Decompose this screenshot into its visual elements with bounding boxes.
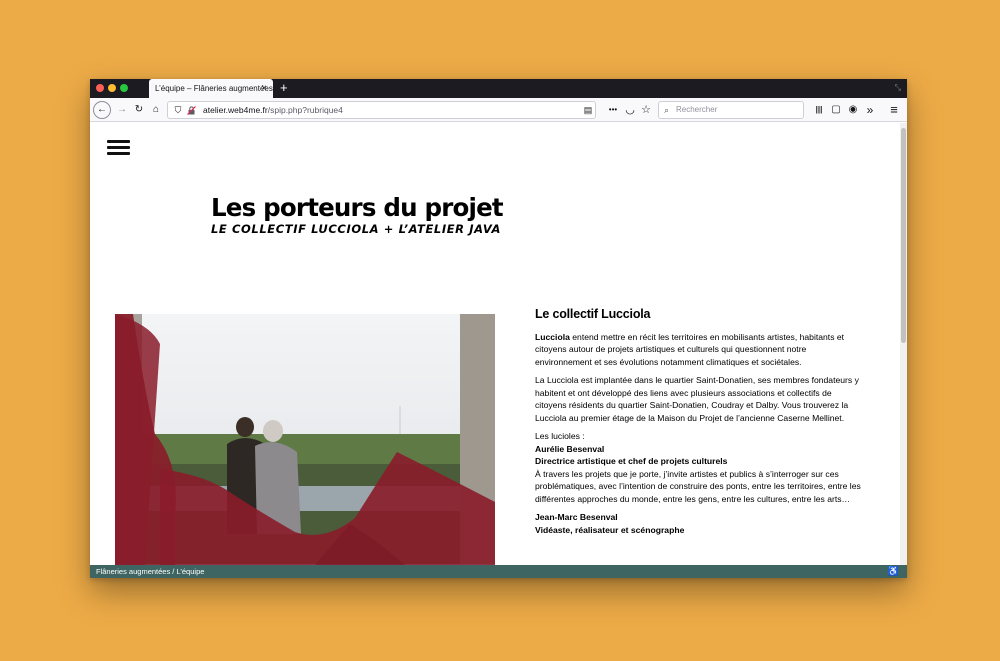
shield-icon[interactable]: ⛉	[173, 102, 183, 118]
team-photo	[115, 314, 495, 565]
insecure-lock-icon[interactable]	[187, 106, 196, 115]
article: Le collectif Lucciola Lucciola entend me…	[535, 308, 861, 536]
url-path: /spip.php?rubrique4	[267, 105, 343, 115]
tab-title: L’équipe – Flâneries augmentées	[155, 84, 273, 93]
url-bar[interactable]: ⛉ atelier.web4me.fr/spip.php?rubrique4 ▤	[167, 101, 596, 119]
status-bar: Flâneries augmentées / L’équipe ♿	[90, 565, 907, 578]
library-icon[interactable]: |||	[812, 98, 826, 122]
navigation-toolbar: ← → ↻ ⌂ ⛉ atelier.web4me.fr/spip.php?rub…	[90, 98, 907, 122]
home-button[interactable]: ⌂	[149, 98, 163, 122]
breadcrumb[interactable]: Flâneries augmentées / L’équipe	[96, 567, 204, 576]
back-button[interactable]: ←	[93, 101, 111, 119]
article-intro: Lucciola entend mettre en récit les terr…	[535, 331, 861, 369]
article-location: La Lucciola est implantée dans le quarti…	[535, 375, 859, 423]
app-menu-icon[interactable]: ≡	[887, 98, 901, 122]
lucciola-bold: Lucciola	[535, 331, 570, 342]
scrollbar[interactable]	[900, 123, 907, 565]
page-title: Les porteurs du projet	[211, 193, 504, 222]
url-host: atelier.web4me.fr	[203, 105, 268, 115]
member1-role: Directrice artistique et chef de projets…	[535, 456, 728, 466]
close-window-dot[interactable]	[96, 84, 104, 92]
account-icon[interactable]: ◉	[846, 98, 860, 122]
tab-close-icon[interactable]: ×	[261, 79, 267, 98]
photo-illustration	[115, 314, 495, 565]
accessibility-icon[interactable]: ♿	[888, 565, 899, 578]
search-placeholder: Rechercher	[676, 105, 718, 114]
member1-name: Aurélie Besenval	[535, 443, 605, 454]
minimize-window-dot[interactable]	[108, 84, 116, 92]
resize-icon: ⤡	[894, 83, 901, 92]
search-icon: ⌕	[664, 105, 670, 115]
intro-text: entend mettre en récit les territoires e…	[535, 331, 845, 367]
reload-button[interactable]: ↻	[132, 98, 146, 122]
sidebar-icon[interactable]: ▢	[829, 98, 843, 122]
lucioles-label: Les lucioles :	[535, 431, 585, 441]
article-heading: Le collectif Lucciola	[535, 307, 651, 321]
active-tab[interactable]: L’équipe – Flâneries augmentées ×	[149, 79, 273, 98]
page-content: Les porteurs du projet LE COLLECTIF LUCC…	[90, 123, 900, 565]
member2-role: Vidéaste, réalisateur et scénographe	[535, 524, 685, 535]
hamburger-menu-icon[interactable]	[107, 140, 130, 155]
browser-window: L’équipe – Flâneries augmentées × + ⤡ ← …	[90, 79, 907, 578]
pocket-icon[interactable]: ◡	[623, 98, 637, 122]
reader-view-icon[interactable]: ▤	[582, 102, 594, 118]
window-controls	[96, 84, 128, 92]
zoom-window-dot[interactable]	[120, 84, 128, 92]
tab-bar: L’équipe – Flâneries augmentées × + ⤡	[90, 79, 907, 98]
page-actions-icon[interactable]: •••	[606, 98, 620, 122]
overflow-menu-icon[interactable]: »	[863, 98, 877, 122]
new-tab-button[interactable]: +	[280, 79, 288, 97]
scrollbar-thumb[interactable]	[901, 128, 906, 343]
search-input[interactable]: ⌕ Rechercher	[658, 101, 804, 119]
member2-name: Jean-Marc Besenval	[535, 512, 618, 522]
page-subtitle: LE COLLECTIF LUCCIOLA + L’ATELIER JAVA	[211, 222, 502, 236]
url-text[interactable]: atelier.web4me.fr/spip.php?rubrique4	[203, 102, 343, 118]
bookmark-star-icon[interactable]: ☆	[639, 98, 653, 122]
forward-button[interactable]: →	[115, 98, 129, 122]
member1-text: À travers les projets que je porte, j’in…	[535, 468, 861, 504]
